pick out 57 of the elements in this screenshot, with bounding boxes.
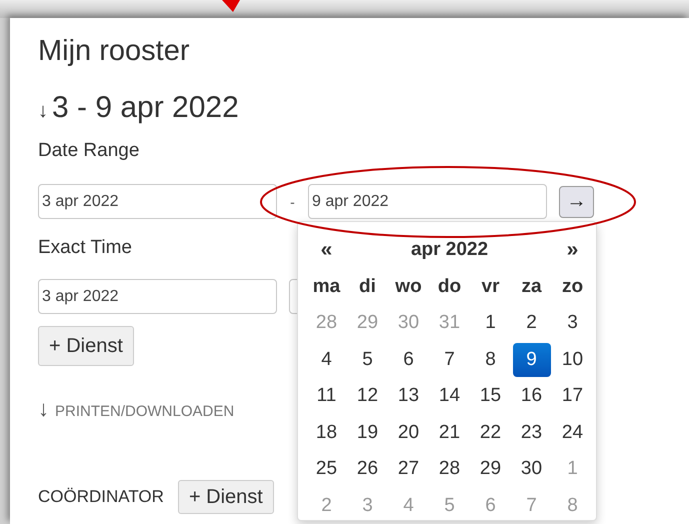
- calendar-day[interactable]: 24: [554, 416, 592, 450]
- next-month-button[interactable]: »: [560, 236, 584, 264]
- calendar-day[interactable]: 1: [472, 306, 510, 340]
- start-date-field[interactable]: 3 apr 2022: [38, 184, 277, 219]
- print-download-link[interactable]: ↓ PRINTEN/DOWNLOADEN: [38, 396, 234, 422]
- calendar-day[interactable]: 8: [472, 342, 510, 377]
- range-separator: -: [289, 194, 296, 210]
- page-title: Mijn rooster: [38, 34, 190, 69]
- week-heading: 3 - 9 apr 2022: [52, 90, 239, 126]
- add-shift-button[interactable]: + Dienst: [178, 480, 274, 514]
- calendar-day[interactable]: 3: [554, 306, 592, 340]
- calendar-day[interactable]: 20: [390, 416, 428, 450]
- calendar-day[interactable]: 29: [472, 452, 510, 486]
- calendar-day[interactable]: 7: [430, 342, 468, 377]
- calendar-day[interactable]: 4: [308, 342, 346, 377]
- end-date-field[interactable]: 9 apr 2022: [308, 184, 547, 219]
- download-arrow: ↓: [38, 396, 49, 422]
- weekday-header: za: [521, 276, 542, 298]
- calendar-day[interactable]: 15: [472, 379, 510, 414]
- calendar-day[interactable]: 25: [308, 452, 346, 486]
- calendar-day[interactable]: 28: [430, 452, 468, 486]
- calendar-day[interactable]: 6: [390, 342, 428, 377]
- calendar-day[interactable]: 11: [308, 379, 346, 414]
- weekday-header: vr: [482, 276, 500, 298]
- weekday-header: di: [359, 276, 376, 298]
- calendar-day[interactable]: 21: [430, 416, 468, 450]
- calendar-day[interactable]: 5: [348, 342, 386, 377]
- calendar-day[interactable]: 27: [390, 452, 428, 486]
- calendar-day[interactable]: 16: [512, 379, 550, 414]
- field-label: Date Range: [38, 140, 140, 162]
- month-title[interactable]: apr 2022: [404, 238, 494, 262]
- calendar-day[interactable]: 2: [512, 306, 550, 340]
- link-label: PRINTEN/DOWNLOADEN: [55, 403, 234, 420]
- annotation-arrow-icon: [222, 0, 240, 12]
- calendar-day[interactable]: 18: [308, 416, 346, 450]
- previous-month-button[interactable]: «: [314, 236, 338, 264]
- calendar-day[interactable]: 12: [348, 379, 386, 414]
- calendar-day[interactable]: 17: [554, 379, 592, 414]
- go-button[interactable]: →: [559, 186, 594, 218]
- calendar-day[interactable]: 10: [554, 342, 592, 377]
- add-shift-button[interactable]: + Dienst: [38, 326, 134, 366]
- calendar-day[interactable]: 22: [472, 416, 510, 450]
- sort-arrow[interactable]: ↓: [38, 100, 48, 123]
- field-label: Exact Time: [38, 237, 132, 259]
- weekday-header: ma: [312, 276, 340, 298]
- weekday-header: do: [438, 276, 462, 298]
- calendar-day[interactable]: 14: [430, 379, 468, 414]
- exact-date-field[interactable]: 3 apr 2022: [38, 279, 277, 314]
- weekday-header: wo: [395, 276, 422, 298]
- section-label: COÖRDINATOR: [38, 487, 164, 507]
- calendar-day[interactable]: 23: [512, 416, 550, 450]
- calendar-day[interactable]: 9: [512, 342, 550, 377]
- calendar-day[interactable]: 26: [348, 452, 386, 486]
- weekday-header: zo: [562, 276, 584, 298]
- calendar-day[interactable]: 13: [390, 379, 428, 414]
- calendar-day[interactable]: 30: [512, 452, 550, 486]
- calendar-day[interactable]: 19: [348, 416, 386, 450]
